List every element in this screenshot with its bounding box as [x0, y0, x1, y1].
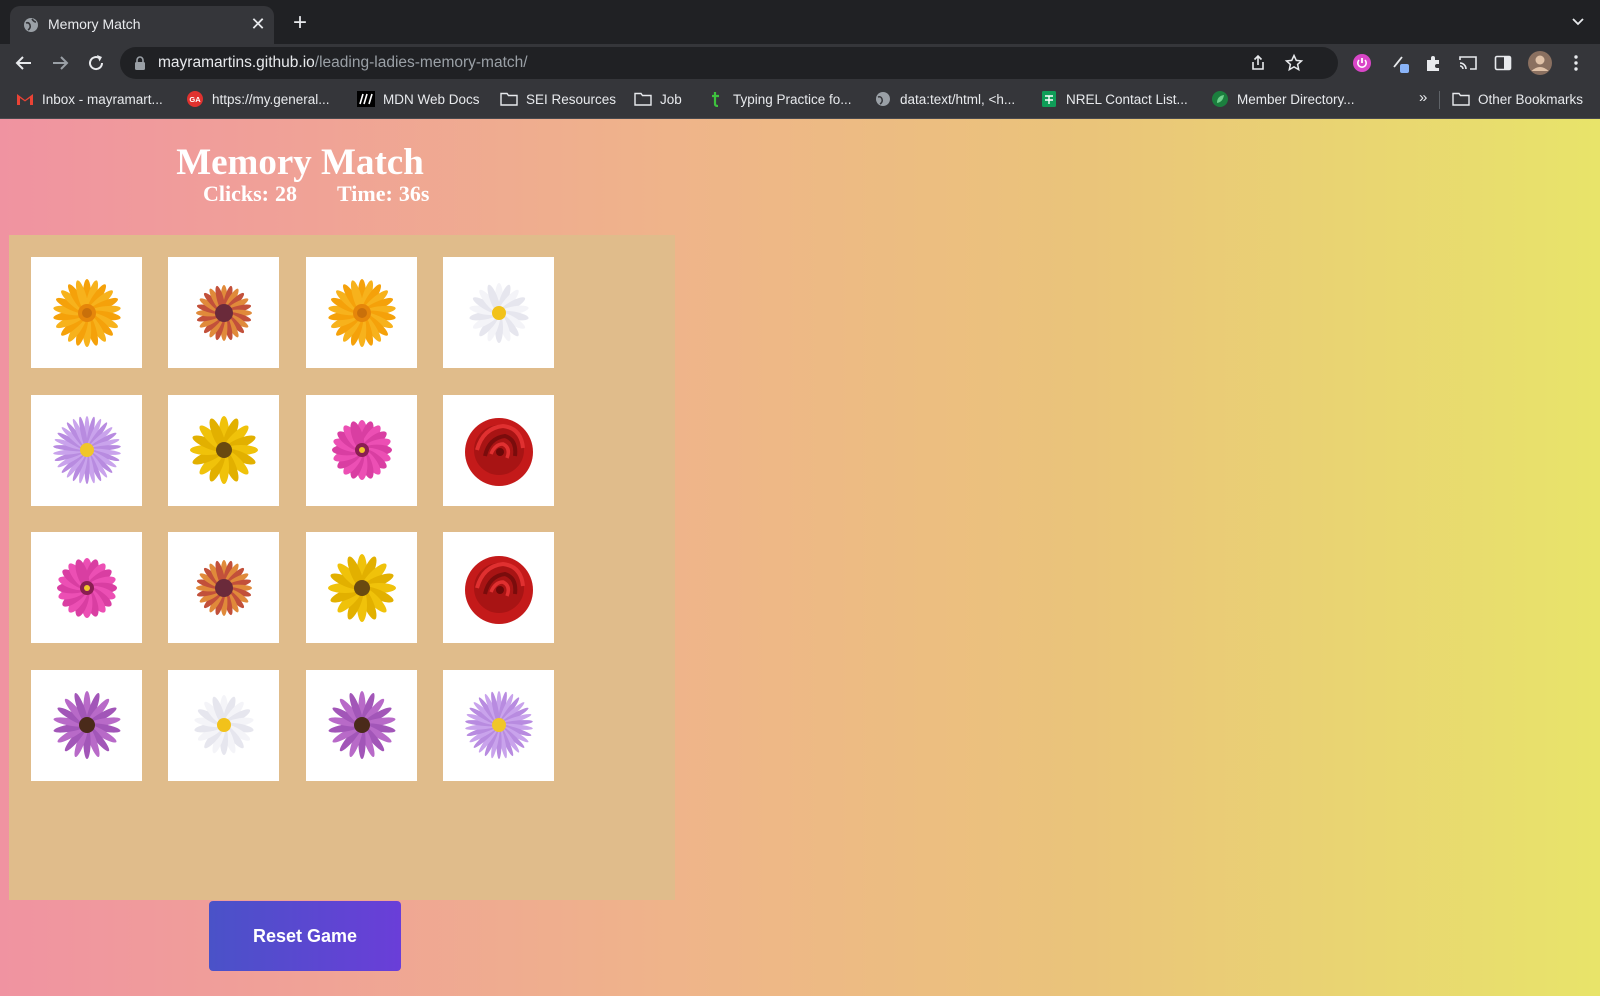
new-tab-icon[interactable]: + — [288, 11, 312, 36]
reload-icon[interactable] — [84, 51, 108, 75]
purple-coneflower-icon — [328, 691, 395, 759]
side-panel-icon[interactable] — [1493, 53, 1513, 73]
purple-coneflower-icon — [53, 691, 120, 759]
game-stats: Clicks: 28 Time: 36s — [203, 181, 435, 207]
globe-icon — [24, 18, 38, 32]
bookmark-other-bookmarks[interactable]: Other Bookmarks — [1452, 91, 1583, 109]
folder-icon — [1452, 92, 1470, 106]
power-extension-icon[interactable] — [1352, 53, 1372, 73]
game-board — [9, 235, 675, 900]
chevron-down-icon[interactable] — [1570, 14, 1586, 30]
memory-card[interactable] — [443, 257, 554, 368]
lavender-aster-icon — [52, 416, 121, 484]
yellow-sunflower-icon — [189, 416, 258, 484]
pink-zinnia-icon — [331, 420, 392, 480]
folder-icon — [500, 92, 518, 106]
bookmark-separator — [1439, 91, 1440, 109]
gmail-icon — [17, 94, 33, 105]
svg-text:GA: GA — [189, 95, 201, 104]
memory-card[interactable] — [443, 669, 554, 781]
bookmarks-bar: Inbox - mayramart... GA https://my.gener… — [0, 82, 1600, 119]
red-rose-icon — [464, 555, 533, 624]
red-rose-icon — [464, 418, 533, 486]
bookmark-mdn[interactable]: MDN Web Docs — [357, 91, 480, 109]
sheets-icon — [1042, 91, 1056, 107]
reset-game-button[interactable]: Reset Game — [209, 901, 401, 971]
bookmark-member-directory[interactable]: Member Directory... — [1211, 91, 1355, 109]
white-daisy-icon — [468, 282, 529, 343]
pink-zinnia-icon — [56, 557, 117, 618]
bookmark-data-text-html[interactable]: data:text/html, <h... — [874, 91, 1015, 109]
bookmark-job[interactable]: Job — [634, 91, 682, 109]
share-icon[interactable] — [1248, 53, 1268, 73]
clicks-count: 28 — [275, 181, 297, 206]
browser-tab[interactable]: Memory Match ✕ — [10, 6, 274, 44]
back-icon[interactable] — [12, 51, 36, 75]
url-text[interactable]: mayramartins.github.io/leading-ladies-me… — [158, 54, 528, 72]
memory-card[interactable] — [306, 532, 417, 643]
orange-gerbera-icon — [52, 278, 121, 347]
bookmark-general-assembly[interactable]: GA https://my.general... — [186, 91, 330, 109]
star-icon[interactable] — [1284, 53, 1304, 73]
orange-gerbera-icon — [327, 278, 396, 347]
memory-card[interactable] — [306, 394, 417, 506]
puzzle-icon[interactable] — [1423, 53, 1443, 73]
leaf-icon — [1212, 91, 1228, 107]
clicks-label: Clicks: — [203, 181, 269, 206]
bookmarks-overflow-button[interactable]: » — [1419, 89, 1427, 107]
lock-icon[interactable] — [134, 56, 146, 70]
memory-card[interactable] — [306, 669, 417, 781]
close-tab-icon[interactable]: ✕ — [248, 14, 268, 34]
bookmark-sei-resources[interactable]: SEI Resources — [500, 91, 616, 109]
page-title: Memory Match — [176, 142, 424, 183]
tab-strip: Memory Match ✕ + — [0, 0, 1600, 44]
eyedropper-extension-icon[interactable] — [1390, 53, 1410, 73]
memory-card[interactable] — [168, 532, 279, 643]
memory-card[interactable] — [168, 394, 279, 506]
time-label: Time: — [337, 181, 393, 206]
memory-card[interactable] — [31, 532, 142, 643]
memory-card[interactable] — [443, 532, 554, 643]
bookmark-typing-practice[interactable]: Typing Practice fo... — [707, 91, 852, 109]
memory-card[interactable] — [31, 669, 142, 781]
yellow-sunflower-icon — [327, 553, 396, 622]
red-orange-daisy-icon — [195, 284, 252, 341]
folder-icon — [634, 92, 652, 106]
globe-icon — [876, 92, 890, 106]
page-viewport: Memory Match Clicks: 28 Time: 36s Reset Gam… — [0, 119, 1600, 996]
memory-card[interactable] — [31, 394, 142, 506]
typing-icon — [712, 92, 719, 107]
memory-card[interactable] — [31, 257, 142, 368]
ga-icon: GA — [187, 91, 203, 107]
more-menu-icon[interactable] — [1566, 53, 1586, 73]
lavender-aster-icon — [464, 691, 533, 759]
memory-card[interactable] — [443, 394, 554, 506]
bookmark-inbox[interactable]: Inbox - mayramart... — [16, 91, 163, 109]
forward-icon[interactable] — [48, 51, 72, 75]
white-daisy-icon — [193, 695, 254, 755]
cast-icon[interactable] — [1458, 53, 1478, 73]
mdn-icon — [357, 91, 375, 107]
profile-avatar-icon[interactable] — [1528, 51, 1552, 75]
red-orange-daisy-icon — [195, 559, 252, 616]
time-value: 36s — [398, 181, 430, 206]
memory-card[interactable] — [168, 257, 279, 368]
memory-card[interactable] — [168, 669, 279, 781]
tab-title: Memory Match — [48, 16, 141, 32]
browser-toolbar: mayramartins.github.io/leading-ladies-me… — [0, 44, 1600, 82]
address-bar[interactable]: mayramartins.github.io/leading-ladies-me… — [120, 47, 1338, 79]
memory-card[interactable] — [306, 257, 417, 368]
bookmark-nrel-contact-list[interactable]: NREL Contact List... — [1040, 91, 1188, 109]
